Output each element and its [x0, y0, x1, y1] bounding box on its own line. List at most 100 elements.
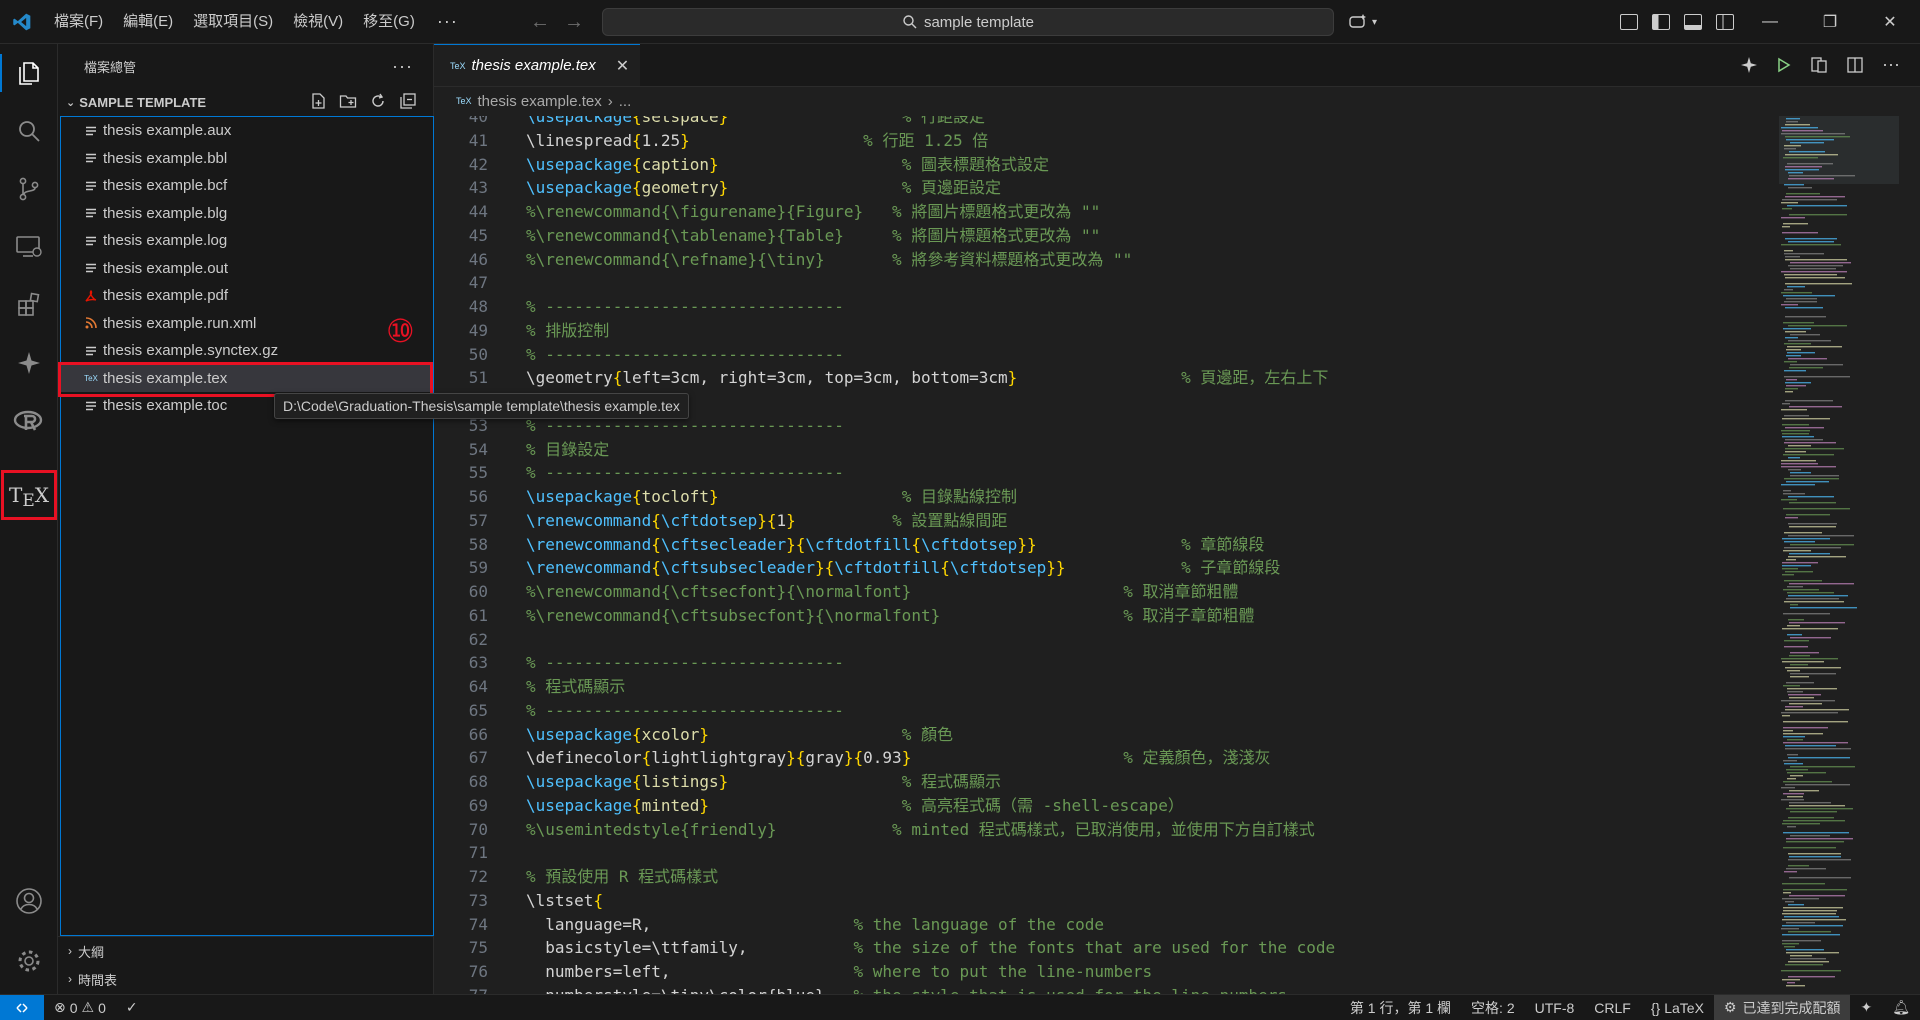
file-item[interactable]: thesis example.synctex.gz — [61, 337, 433, 365]
restore-icon[interactable]: ❐ — [1800, 0, 1860, 44]
more-actions-icon[interactable]: ··· — [1882, 54, 1900, 75]
code-line: 64 % 程式碼顯示 — [434, 675, 1335, 699]
line-number: 42 — [468, 154, 488, 174]
new-file-icon[interactable] — [309, 92, 327, 110]
minimap[interactable] — [1779, 116, 1899, 994]
code-token: } — [718, 116, 729, 126]
file-item[interactable]: thesis example.out — [61, 255, 433, 283]
file-item[interactable]: thesis example.log — [61, 227, 433, 255]
collapse-all-icon[interactable] — [399, 92, 417, 110]
indentation[interactable]: 空格: 2 — [1461, 998, 1525, 1018]
code-token: }{ — [786, 534, 806, 554]
file-item[interactable]: TeX thesis example.tex — [61, 364, 433, 392]
refresh-icon[interactable] — [369, 92, 387, 110]
file-item[interactable]: thesis example.bcf — [61, 172, 433, 200]
code-line: 54 % 目錄設定 — [434, 438, 1335, 462]
explorer-sidebar: 檔案總管 ··· ⌄ SAMPLE TEMPLATE thesis exampl… — [58, 44, 434, 994]
check-icon[interactable]: ✓ — [116, 999, 148, 1016]
code-token: } — [709, 154, 719, 174]
menu-view[interactable]: 檢視(V) — [283, 0, 353, 44]
code-line: 72 % 預設使用 R 程式碼樣式 — [434, 865, 1335, 889]
toggle-panel-icon[interactable] — [1684, 14, 1702, 30]
code-token: { — [631, 795, 642, 815]
more-menu-icon[interactable]: ··· — [425, 11, 470, 32]
code-token: listings — [641, 772, 719, 791]
new-folder-icon[interactable] — [339, 92, 357, 110]
forward-arrow-icon[interactable]: → — [564, 11, 584, 34]
r-language-icon[interactable] — [0, 392, 58, 450]
close-icon[interactable]: ✕ — [616, 56, 629, 76]
view-pdf-icon[interactable] — [1810, 56, 1828, 74]
file-name: thesis example.aux — [103, 122, 232, 140]
minimize-icon[interactable]: — — [1740, 0, 1800, 44]
breadcrumb-rest[interactable]: ... — [619, 93, 632, 110]
remote-indicator-icon[interactable] — [0, 994, 44, 1020]
cursor-position[interactable]: 第 1 行，第 1 欄 — [1340, 998, 1461, 1018]
breadcrumb-file[interactable]: thesis example.tex — [478, 93, 602, 110]
notifications-bell-icon[interactable]: 🔔︎ — [1882, 999, 1920, 1016]
code-token: \cftdotfill — [805, 534, 912, 554]
code-line: 47 — [434, 271, 1335, 295]
line-number: 77 — [434, 984, 488, 994]
more-actions-icon[interactable]: ··· — [392, 56, 413, 77]
line-number: 69 — [468, 795, 488, 815]
search-view-icon[interactable] — [0, 102, 58, 160]
file-item[interactable]: thesis example.run.xml — [61, 310, 433, 338]
file-name: thesis example.tex — [103, 369, 228, 387]
folder-section-header[interactable]: ⌄ SAMPLE TEMPLATE — [58, 88, 433, 116]
outline-section[interactable]: › 大綱 — [58, 937, 434, 965]
explorer-icon[interactable] — [0, 44, 58, 102]
code-token: language=R, — [526, 914, 854, 934]
tab-thesis-example-tex[interactable]: TeX thesis example.tex ✕ — [434, 44, 640, 86]
source-control-icon[interactable] — [0, 160, 58, 218]
toggle-primary-sidebar-icon[interactable] — [1652, 14, 1670, 30]
customize-layout-icon[interactable] — [1620, 14, 1638, 30]
code-line: 46 %\renewcommand{\refname}{\tiny} % 將參考資… — [434, 248, 1335, 272]
account-icon[interactable] — [0, 872, 58, 930]
settings-gear-icon[interactable] — [0, 932, 58, 990]
code-token: % 預設使用 R 程式碼樣式 — [526, 867, 719, 886]
menu-file[interactable]: 檔案(F) — [44, 0, 113, 44]
line-number: 54 — [468, 439, 488, 459]
copilot-chat-icon[interactable] — [0, 334, 58, 392]
split-editor-icon[interactable] — [1846, 56, 1864, 74]
file-item[interactable]: thesis example.bbl — [61, 145, 433, 173]
file-item[interactable]: thesis example.blg — [61, 200, 433, 228]
line-number: 63 — [468, 653, 488, 673]
copilot-sparkle-icon[interactable]: ✦ — [1850, 999, 1882, 1016]
editor-scrollbar[interactable] — [1906, 116, 1920, 994]
language-mode[interactable]: {} LaTeX — [1641, 1000, 1714, 1016]
copilot-sparkle-icon[interactable] — [1740, 56, 1758, 74]
extensions-icon[interactable] — [0, 276, 58, 334]
code-line: 49 % 排版控制 — [434, 319, 1335, 343]
encoding[interactable]: UTF-8 — [1525, 1000, 1585, 1016]
code-line: 41 \linespread{1.25} % 行距 1.25 倍 — [434, 129, 1335, 153]
code-token: % 排版控制 — [526, 320, 610, 340]
end-of-line[interactable]: CRLF — [1584, 1000, 1641, 1016]
file-item[interactable]: thesis example.aux — [61, 117, 433, 145]
file-item[interactable]: thesis example.pdf — [61, 282, 433, 310]
warning-icon: ⚠ — [81, 999, 95, 1015]
code-editor[interactable]: 40 \usepackage{setspace} % 行距設定 41 \linespr… — [434, 116, 1774, 994]
line-number: 43 — [468, 178, 488, 198]
remote-explorer-icon[interactable] — [0, 218, 58, 276]
tab-label: thesis example.tex — [471, 57, 596, 74]
close-window-icon[interactable]: ✕ — [1860, 0, 1920, 44]
copilot-menu-button[interactable]: ▾ — [1348, 10, 1377, 34]
timeline-section[interactable]: › 時間表 — [58, 965, 434, 993]
command-center-search[interactable]: sample template — [602, 8, 1334, 36]
code-token: caption — [641, 154, 710, 174]
menu-edit[interactable]: 編輯(E) — [113, 0, 183, 44]
build-run-icon[interactable] — [1776, 57, 1792, 73]
line-number: 51 — [468, 368, 488, 388]
toggle-secondary-sidebar-icon[interactable] — [1716, 14, 1734, 30]
menu-selection[interactable]: 選取項目(S) — [183, 0, 283, 44]
code-line: 58 \renewcommand{\cftsecleader}{\cftdotfi… — [434, 533, 1335, 557]
back-arrow-icon[interactable]: ← — [530, 11, 550, 34]
problems-indicator[interactable]: ⊗ 0 ⚠ 0 — [44, 999, 116, 1016]
line-number: 41 — [468, 130, 488, 150]
copilot-quota-status[interactable]: ⚙ 已達到完成配額 — [1713, 994, 1851, 1020]
menu-go[interactable]: 移至(G) — [353, 0, 425, 44]
